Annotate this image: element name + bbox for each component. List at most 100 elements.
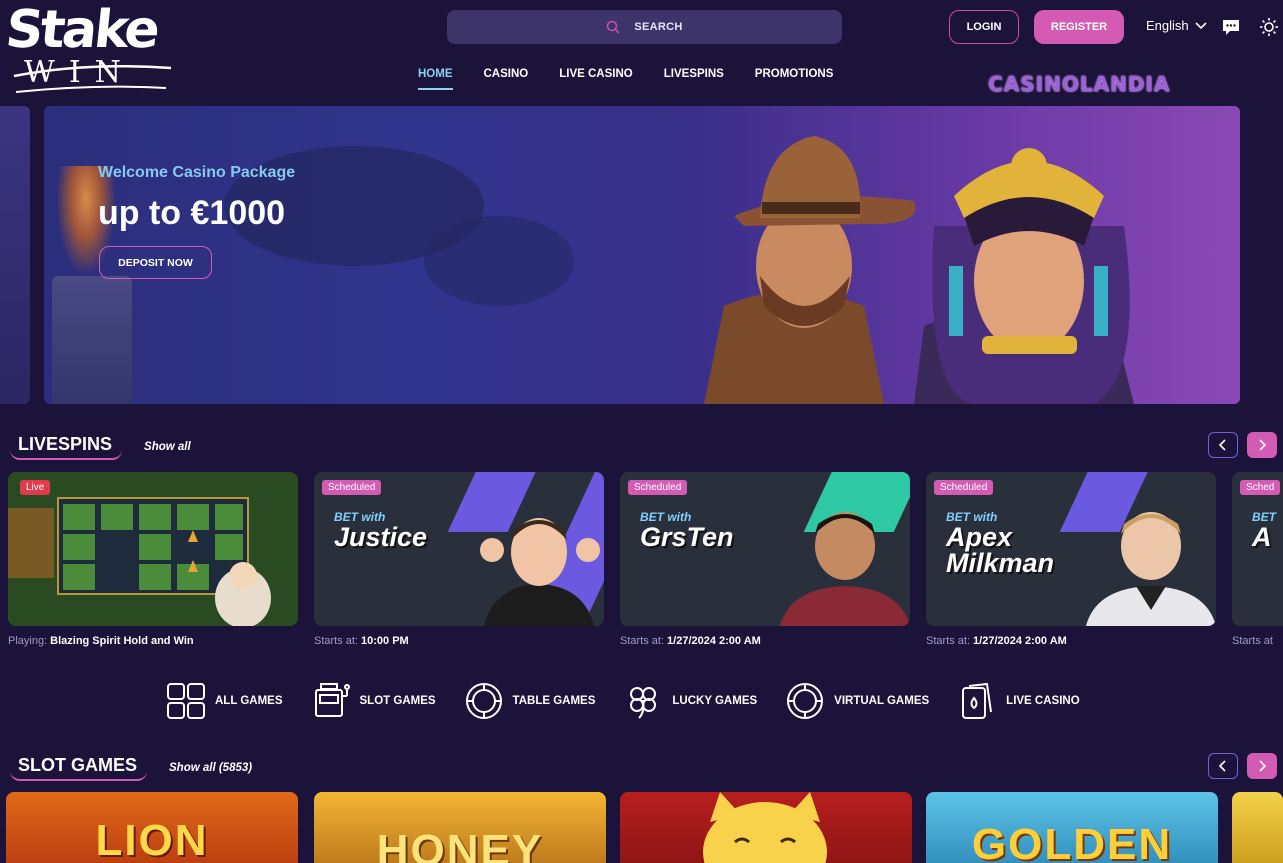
scheduled-badge: Scheduled: [628, 480, 688, 495]
slot-game-title: LION: [95, 816, 209, 863]
slot-game-title: GOLDEN: [971, 820, 1173, 863]
livespins-prev-button[interactable]: [1208, 432, 1238, 458]
grid-icon: [167, 683, 205, 719]
tab-live-casino[interactable]: LIVE CASINO: [559, 68, 632, 90]
hero-prev-slide-peek[interactable]: [0, 106, 30, 404]
card-caption: Starts at: 10:00 PM: [314, 635, 409, 647]
logo-swoosh-icon: [13, 64, 172, 93]
card-caption: Starts at: [1232, 635, 1273, 647]
caption-label: Starts at:: [314, 635, 359, 647]
tab-casino[interactable]: CASINO: [484, 68, 529, 90]
category-label: LUCKY GAMES: [672, 695, 758, 707]
category-label: TABLE GAMES: [512, 695, 596, 707]
livespins-next-button[interactable]: [1247, 432, 1277, 458]
slots-prev-button[interactable]: [1208, 753, 1238, 779]
chevron-down-icon: [1195, 21, 1207, 29]
livespin-card[interactable]: Scheduled BET with Apex Milkman: [926, 472, 1216, 626]
main-nav: HOME CASINO LIVE CASINO LIVESPINS PROMOT…: [418, 68, 833, 90]
language-selector[interactable]: English: [1146, 18, 1207, 33]
chevron-left-icon: [1218, 760, 1226, 772]
logo-text-top: Stake: [2, 0, 161, 60]
section-title: LIVESPINS: [10, 434, 123, 460]
show-all-link[interactable]: Show all (5853): [169, 762, 252, 774]
search-label: SEARCH: [634, 21, 683, 33]
category-slot-games[interactable]: SLOT GAMES: [311, 682, 436, 720]
search-bar[interactable]: SEARCH: [447, 10, 842, 44]
streamer-name: GrsTen: [640, 522, 734, 552]
card-caption: Playing: Blazing Spirit Hold and Win: [8, 635, 194, 647]
streamer-name: Justice: [334, 522, 428, 552]
caption-value: 1/27/2024 2:00 AM: [973, 635, 1067, 647]
header: Stake WIN SEARCH LOGIN REGISTER English: [0, 0, 1283, 104]
caption-value: 1/27/2024 2:00 AM: [667, 635, 761, 647]
slot-game-title: HONEY: [376, 826, 544, 863]
slot-game-tile[interactable]: LION: [6, 792, 298, 863]
caption-label: Starts at:: [926, 635, 971, 647]
register-button[interactable]: REGISTER: [1034, 10, 1124, 44]
slots-next-button[interactable]: [1247, 753, 1277, 779]
livespins-header: LIVESPINS Show all: [10, 434, 191, 460]
show-all-link[interactable]: Show all: [144, 441, 191, 453]
cards-icon: [962, 682, 993, 719]
chip-icon: [465, 683, 502, 719]
chat-icon[interactable]: [1221, 17, 1241, 37]
tab-promotions[interactable]: PROMOTIONS: [755, 68, 834, 90]
slot-game-tile[interactable]: [1232, 792, 1283, 863]
slot-games-header: SLOT GAMES Show all (5853): [10, 755, 252, 781]
streamer-photo: [1086, 512, 1216, 626]
live-stream-thumbnail: [8, 472, 298, 626]
chip-icon: [787, 683, 824, 719]
caption-value: Blazing Spirit Hold and Win: [50, 635, 194, 647]
category-label: LIVE CASINO: [1006, 695, 1080, 707]
language-label: English: [1146, 18, 1189, 33]
search-icon: [607, 20, 620, 34]
category-label: SLOT GAMES: [359, 695, 436, 707]
scheduled-badge: Sched: [1240, 480, 1281, 495]
section-title: SLOT GAMES: [10, 755, 148, 781]
stakewin-logo[interactable]: Stake WIN: [2, 0, 176, 94]
caption-label: Starts at: [1232, 635, 1273, 647]
livespin-card[interactable]: Sched BET A: [1232, 472, 1283, 626]
caption-label: Starts at:: [620, 635, 665, 647]
livespin-card[interactable]: Scheduled BET with Justice: [314, 472, 604, 626]
theme-toggle-sun-icon[interactable]: [1259, 17, 1279, 37]
lucky-cat-illustration: [703, 792, 827, 863]
streamer-photo: [780, 512, 910, 626]
slot-machine-icon: [314, 683, 350, 717]
deposit-now-button[interactable]: DEPOSIT NOW: [99, 246, 212, 279]
card-caption: Starts at: 1/27/2024 2:00 AM: [620, 635, 761, 647]
card-caption: Starts at: 1/27/2024 2:00 AM: [926, 635, 1067, 647]
login-button[interactable]: LOGIN: [949, 10, 1019, 44]
category-virtual-games[interactable]: VIRTUAL GAMES: [785, 682, 929, 720]
category-label: ALL GAMES: [215, 695, 283, 707]
caption-value: 10:00 PM: [361, 635, 409, 647]
hero-subtitle: Welcome Casino Package: [98, 164, 296, 181]
slot-game-tile[interactable]: [620, 792, 912, 863]
slot-game-tile[interactable]: GOLDEN: [926, 792, 1218, 863]
game-categories: ALL GAMES SLOT GAMES TABLE GAMES LUCKY G…: [166, 682, 1108, 720]
hero-characters-illustration: [704, 136, 1134, 404]
tab-livespins[interactable]: LIVESPINS: [664, 68, 724, 90]
chevron-right-icon: [1259, 760, 1267, 772]
hero-banner[interactable]: Welcome Casino Package up to €1000 DEPOS…: [44, 106, 1240, 404]
live-badge: Live: [20, 480, 51, 495]
casinolandia-watermark: CASINOLANDIA: [988, 72, 1171, 96]
category-label: VIRTUAL GAMES: [834, 695, 930, 707]
scheduled-badge: Scheduled: [322, 480, 382, 495]
streamer-photo: [480, 518, 600, 626]
statue-illustration: [52, 276, 132, 404]
hero-title: up to €1000: [98, 194, 286, 232]
clover-icon: [630, 687, 657, 719]
streamer-name: A: [1252, 522, 1272, 552]
caption-label: Playing:: [8, 635, 48, 647]
category-table-games[interactable]: TABLE GAMES: [464, 682, 596, 720]
tab-home[interactable]: HOME: [418, 68, 453, 90]
category-lucky-games[interactable]: LUCKY GAMES: [623, 682, 757, 720]
livespin-card[interactable]: Scheduled BET with GrsTen: [620, 472, 910, 626]
category-all-games[interactable]: ALL GAMES: [166, 682, 283, 720]
chevron-left-icon: [1218, 439, 1226, 451]
livespin-card[interactable]: Live: [8, 472, 298, 626]
chevron-right-icon: [1259, 439, 1267, 451]
category-live-casino[interactable]: LIVE CASINO: [957, 682, 1080, 720]
slot-game-tile[interactable]: HONEY: [314, 792, 606, 863]
